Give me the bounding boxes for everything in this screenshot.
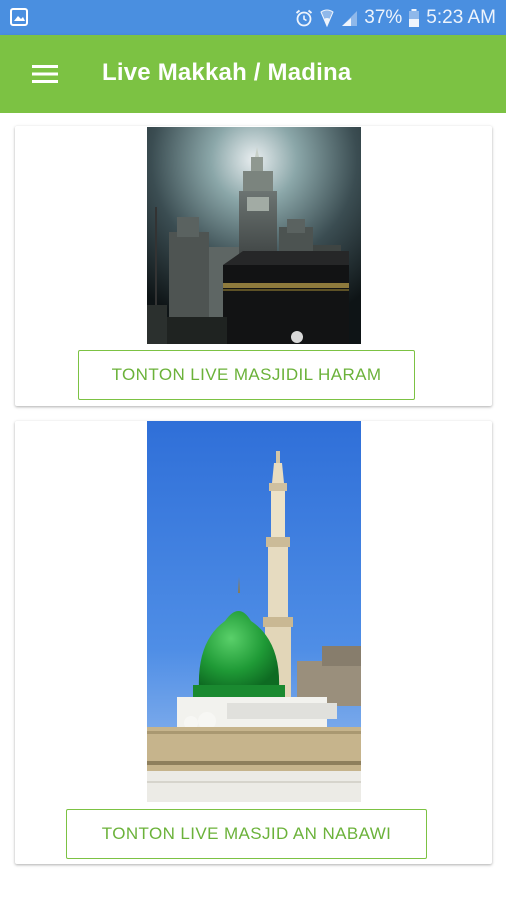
wifi-icon: [320, 8, 334, 28]
page-title: Live Makkah / Madina: [102, 59, 352, 86]
gallery-icon: [10, 8, 28, 26]
card-masjidil-haram: TONTON LIVE MASJIDIL HARAM: [15, 126, 492, 406]
masjid-nabawi-green-dome-image: [147, 421, 361, 802]
main-content[interactable]: TONTON LIVE MASJIDIL HARAM TONTON LIVE M…: [0, 113, 506, 900]
signal-icon: [340, 8, 358, 28]
hamburger-menu-icon[interactable]: [22, 54, 68, 94]
alarm-icon: [294, 8, 314, 28]
card-masjid-nabawi: TONTON LIVE MASJID AN NABAWI: [15, 421, 492, 864]
watch-live-masjid-nabawi-button[interactable]: TONTON LIVE MASJID AN NABAWI: [66, 809, 427, 859]
status-icons: 37% 5:23 AM: [294, 0, 496, 35]
masjidil-haram-kaaba-image: [147, 127, 361, 344]
status-bar: 37% 5:23 AM: [0, 0, 506, 35]
watch-live-masjidil-haram-button[interactable]: TONTON LIVE MASJIDIL HARAM: [78, 350, 415, 400]
app-bar: Live Makkah / Madina: [0, 35, 506, 113]
clock: 5:23 AM: [426, 6, 496, 28]
battery-icon: [408, 8, 420, 28]
battery-percent: 37%: [364, 6, 403, 28]
